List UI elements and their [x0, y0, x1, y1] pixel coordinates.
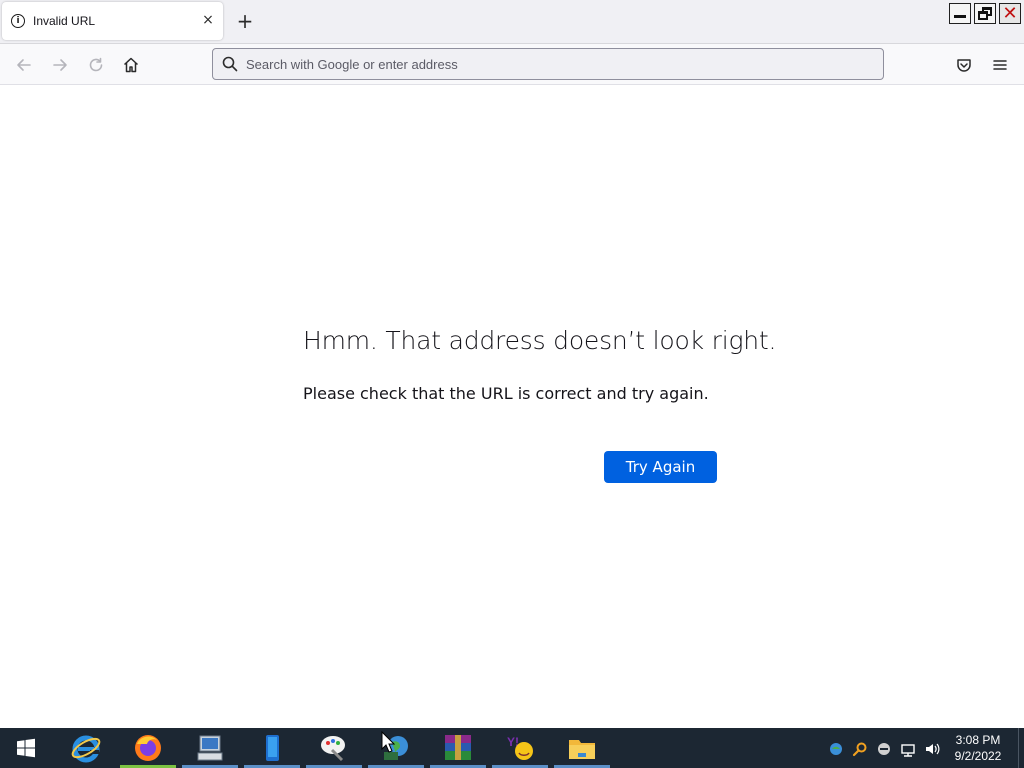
- restore-button[interactable]: [974, 3, 996, 24]
- minimize-button[interactable]: [949, 3, 971, 24]
- status-tray-icon[interactable]: [876, 741, 892, 757]
- yahoo-messenger-icon: Y!: [507, 735, 533, 760]
- home-button[interactable]: [121, 55, 141, 75]
- volume-tray-icon[interactable]: [924, 741, 940, 757]
- network-share-tray-icon[interactable]: [828, 741, 844, 757]
- address-bar[interactable]: [212, 48, 884, 80]
- taskbar-app-internet-explorer[interactable]: [56, 728, 116, 768]
- pocket-icon: [957, 59, 971, 72]
- new-tab-button[interactable]: +: [235, 11, 255, 31]
- try-again-button[interactable]: Try Again: [604, 451, 717, 483]
- minimize-icon: [954, 15, 966, 18]
- search-icon: [222, 56, 238, 72]
- winrar-icon: [445, 735, 471, 760]
- error-title: Hmm. That address doesn’t look right.: [303, 326, 777, 355]
- paint-icon: [321, 736, 345, 762]
- taskbar-app-firefox[interactable]: [118, 728, 178, 768]
- back-button[interactable]: [14, 55, 34, 75]
- forward-button[interactable]: [50, 55, 70, 75]
- back-arrow-icon: [17, 59, 31, 71]
- forward-arrow-icon: [53, 59, 67, 71]
- info-icon: i: [11, 14, 25, 28]
- taskbar-app-file-explorer[interactable]: [552, 728, 612, 768]
- taskbar-app-my-computer[interactable]: [180, 728, 240, 768]
- pocket-button[interactable]: [954, 55, 974, 75]
- close-window-button[interactable]: ✕: [999, 3, 1021, 24]
- screen: i Invalid URL × + ✕ Search with Google o…: [0, 0, 1024, 768]
- taskbar-app-yahoo-messenger[interactable]: Y!: [490, 728, 550, 768]
- menu-button[interactable]: [990, 55, 1010, 75]
- taskbar-app-paint[interactable]: [304, 728, 364, 768]
- navigation-toolbar: [0, 44, 1024, 85]
- close-icon: ✕: [1002, 2, 1018, 24]
- system-clock[interactable]: 3:08 PM 9/2/2022: [948, 732, 1008, 764]
- taskbar-app-blue[interactable]: [242, 728, 302, 768]
- taskbar: Y! 3:08 PM 9/2/2022: [0, 728, 1024, 768]
- show-desktop-button[interactable]: [1018, 728, 1024, 768]
- search-tray-icon[interactable]: [852, 741, 868, 757]
- clock-time: 3:08 PM: [955, 733, 1001, 747]
- tab-strip: i Invalid URL × + ✕: [0, 0, 1024, 44]
- reload-icon: [89, 57, 103, 72]
- file-explorer-icon: [569, 740, 595, 759]
- blue-app-icon: [266, 735, 279, 761]
- taskbar-app-network[interactable]: [366, 728, 426, 768]
- error-description: Please check that the URL is correct and…: [303, 384, 709, 403]
- reload-button[interactable]: [86, 55, 106, 75]
- hamburger-menu-icon: [993, 60, 1007, 70]
- tab-invalid-url[interactable]: i Invalid URL ×: [2, 2, 223, 40]
- windows-logo-icon: [17, 738, 35, 758]
- taskbar-app-winrar[interactable]: [428, 728, 488, 768]
- network-tray-icon[interactable]: [900, 741, 916, 757]
- system-tray: [826, 728, 946, 768]
- start-button[interactable]: [0, 728, 52, 768]
- address-input[interactable]: [246, 56, 846, 72]
- clock-date: 9/2/2022: [954, 749, 1002, 763]
- firefox-icon: [135, 735, 161, 761]
- my-computer-icon: [197, 735, 223, 761]
- tab-close-icon[interactable]: ×: [202, 13, 214, 27]
- tab-title: Invalid URL: [33, 14, 96, 28]
- internet-explorer-icon: [71, 735, 101, 763]
- mouse-cursor-icon: [381, 731, 395, 753]
- home-icon: [123, 57, 139, 73]
- restore-icon: [978, 7, 992, 20]
